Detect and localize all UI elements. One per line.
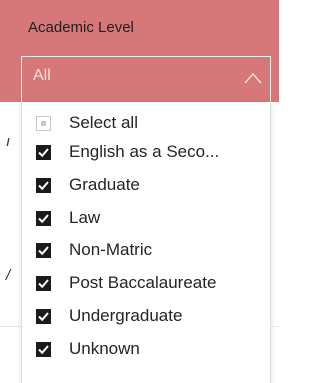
checkbox-partial-icon[interactable] [36,115,51,131]
checkmark-icon[interactable] [36,144,51,160]
list-item-label: Graduate [69,175,140,194]
list-item-label: Non-Matric [69,240,153,259]
list-item-law[interactable]: Law [36,206,268,230]
list-item-select-all[interactable]: Select all [36,111,268,135]
slicer-header: Academic Level All [0,0,279,102]
chevron-up-icon[interactable] [244,71,262,85]
list-item-graduate[interactable]: Graduate [36,173,268,197]
slicer-dropdown[interactable]: All [21,56,271,102]
list-item-english-second-language[interactable]: English as a Seco... [36,140,268,164]
list-item-unknown[interactable]: Unknown [36,337,268,361]
background-text-fragment: ı [6,133,11,150]
checkmark-icon[interactable] [36,242,51,258]
checkmark-icon[interactable] [36,341,51,357]
checkmark-icon[interactable] [36,275,51,291]
checkmark-icon[interactable] [36,308,51,324]
list-item-label: Post Baccalaureate [69,273,217,292]
checkmark-icon[interactable] [36,177,51,193]
list-item-label: English as a Seco... [69,142,220,161]
background-report: ı / [0,102,21,383]
list-item-label: Undergraduate [69,306,183,325]
dropdown-selected-value: All [33,67,51,84]
list-item-label: Select all [69,113,138,132]
list-item-post-baccalaureate[interactable]: Post Baccalaureate [36,271,268,295]
slicer-dropdown-list: Select all English as a Seco... Graduate… [21,102,271,383]
checkmark-icon[interactable] [36,210,51,226]
list-item-undergraduate[interactable]: Undergraduate [36,304,268,328]
background-text-fragment: / [6,267,11,284]
list-item-label: Law [69,208,101,227]
list-item-label: Unknown [69,339,140,358]
list-item-non-matric[interactable]: Non-Matric [36,238,268,262]
slicer-title: Academic Level [28,19,134,36]
